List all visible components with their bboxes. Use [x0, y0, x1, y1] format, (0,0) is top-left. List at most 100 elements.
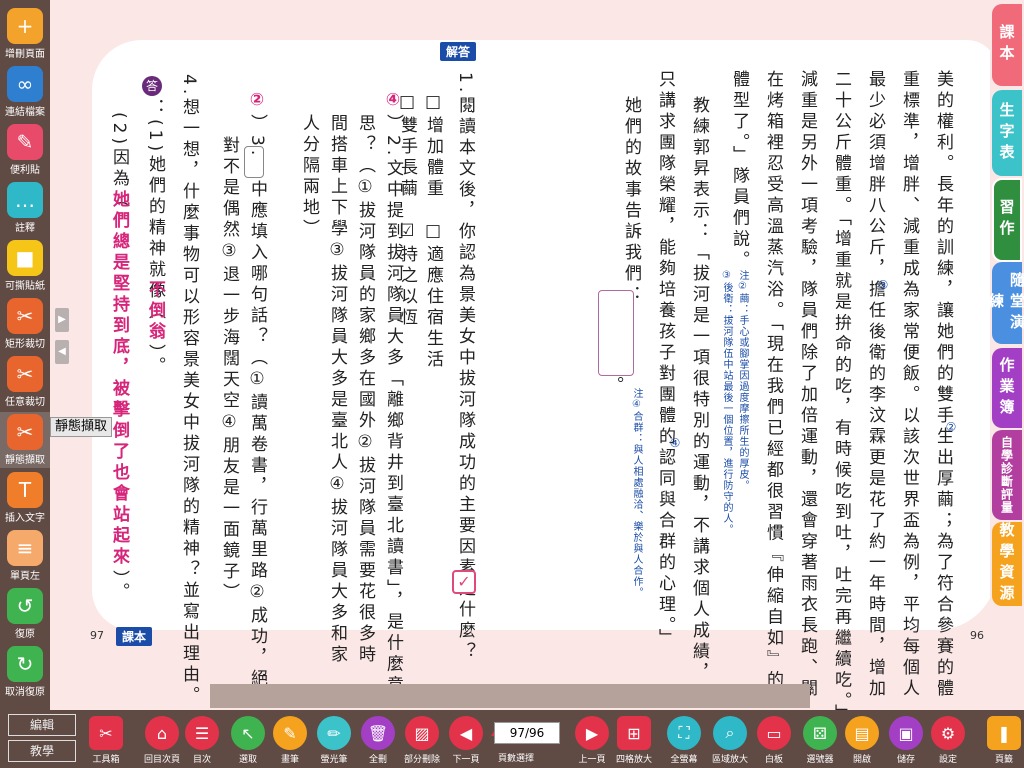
static-capture-icon: ✂ [7, 414, 43, 450]
bottom-tool-fullscreen[interactable]: ⛶ 全螢幕 [662, 716, 706, 765]
right-text-column: 教練郭昇表示：「拔河是一項很特別的運動，不講求個人成績， [689, 96, 709, 684]
left-tool-static-capture[interactable]: ✂ 靜態擷取 [0, 412, 50, 468]
bottom-tool-highlighter[interactable]: ✏ 螢光筆 [312, 716, 356, 765]
bottom-tool-number-picker[interactable]: ⚄ 選號器 [798, 716, 842, 765]
left-tool-add-page[interactable]: + 增刪頁面 [0, 6, 50, 62]
question-4: 4.想一想，什麼事物可以形容景美女中拔河隊的精神？並寫出理由。 [179, 74, 199, 708]
right-text-column: 二十公斤體重。「增重就是拚命的吃，有時候吃到吐，吐完再繼續吃。」 [831, 70, 851, 725]
page-select-label: 頁數選擇 [498, 754, 535, 764]
bottom-tool-pen[interactable]: ✎ 畫筆 [268, 716, 312, 765]
page-select-field[interactable]: 97/96 [494, 722, 560, 744]
question-2-cont: 思？（①拔河隊員的家鄉多在國外②拔河隊員需要花很多時 [355, 114, 375, 666]
note-4: 注④合群：與人相處融洽、樂於與人合作。 [631, 388, 642, 598]
bottom-strip [210, 684, 810, 708]
bottom-tool-toolbox[interactable]: ✂ 工具箱 [84, 716, 128, 765]
right-text-column: 減重是另外一項考驗，隊員們除了加倍運動，還會穿著雨衣長跑、關 [797, 70, 817, 700]
bottom-tool-save[interactable]: ▣ 儲存 [884, 716, 928, 765]
sticky-note-icon: ✎ [7, 124, 43, 160]
bottom-tool-whiteboard[interactable]: ▭ 白板 [752, 716, 796, 765]
right-text-column: 體型了。」隊員們說。 [729, 70, 749, 272]
bottom-tool-open-folder[interactable]: ▤ 開啟 [840, 716, 884, 765]
select-icon: ↖ [231, 716, 265, 750]
left-page-tag: 課本 [116, 627, 153, 646]
bottom-tool-label: 四格放大 [615, 755, 652, 765]
page-next-arrow[interactable]: ▶ [55, 308, 69, 332]
left-tool-sticky-note[interactable]: ✎ 便利貼 [0, 122, 50, 178]
bottom-tool-toc[interactable]: ☰ 目次 [180, 716, 224, 765]
note-marker: ② [944, 420, 958, 435]
home-icon: ⌂ [145, 716, 179, 750]
bottom-tool-bookmark[interactable]: ❚ 頁籤 [982, 716, 1024, 765]
teach-mode-button[interactable]: 教學 [8, 740, 76, 762]
question-2-cont3: 人分隔兩地） [299, 114, 319, 240]
bottom-tool-label: 工具箱 [92, 755, 120, 765]
tooltip: 靜態擷取 [50, 417, 113, 437]
tab-4[interactable]: 作業簿 [992, 348, 1022, 428]
check-answer-icon[interactable]: ✓ [452, 570, 476, 594]
right-page-number: 96 [970, 629, 984, 642]
fullscreen-icon: ⛶ [667, 716, 701, 750]
left-toolbar: + 增刪頁面 ∞ 連結檔案 ✎ 便利貼 … 註釋 ■ 可撕貼紙 ✂ 矩形裁切 ✂ 任意裁切 ✂ 靜態擷取 T 插入… [0, 0, 50, 710]
bottom-tool-label: 頁籤 [994, 755, 1013, 765]
eraser-icon: ▨ [405, 716, 439, 750]
bottom-tool-prev-arrow[interactable]: ◀ 下一頁 [444, 716, 488, 765]
bottom-tool-select[interactable]: ↖ 選取 [226, 716, 270, 765]
left-tool-free-crop[interactable]: ✂ 任意裁切 [0, 354, 50, 410]
ebook-app: 解答 美的權利。長年的訓練，讓她們的雙手生出厚繭；為了符合參賽的體 重標準，增胖、… [0, 0, 1024, 768]
answer-2-end: ）。 [109, 570, 129, 604]
question-2-cont2: 間搭車上下學③拔河隊員大多是臺北人④拔河隊員大多和家 [327, 114, 347, 666]
bottom-tool-trash[interactable]: 🗑 全刪 [356, 716, 400, 765]
right-text-column: 在烤箱裡忍受高溫蒸汽浴。「現在我們已經都很習慣『伸縮自如』的 [763, 70, 783, 692]
tab-3[interactable]: 隨堂演練 [987, 262, 1024, 344]
undo-icon: ↺ [7, 588, 43, 624]
left-tool-label: 矩形裁切 [5, 339, 45, 350]
free-crop-icon: ✂ [7, 356, 43, 392]
bottom-tool-label: 全螢幕 [670, 755, 698, 765]
left-tool-label: 插入文字 [5, 513, 45, 524]
tab-6[interactable]: 教學資源 [992, 522, 1022, 606]
sticker-icon: ■ [7, 240, 43, 276]
left-tool-single-page-left[interactable]: ≡ 單頁左 [0, 528, 50, 584]
bottom-tool-label: 螢光筆 [320, 755, 348, 765]
right-text-column: 美的權利。長年的訓練，讓她們的雙手生出厚繭；為了符合參賽的體 [933, 70, 953, 700]
bottom-tool-next-arrow[interactable]: ▶ 上一頁 [570, 716, 614, 765]
bottom-tool-eraser[interactable]: ▨ 部分刪除 [400, 716, 444, 765]
magnify-icon: ⌕ [713, 716, 747, 750]
bottom-tool-label: 區域放大 [711, 755, 748, 765]
question-3-body: 中應填入哪句話？（①讀萬卷書，行萬里路②成功，絕 [247, 180, 267, 690]
bottom-tool-label: 設定 [938, 755, 957, 765]
bottom-tool-home[interactable]: ⌂ 回目次頁 [140, 716, 184, 765]
note-2: 注②繭：手心或腳掌因過度摩擦所生的厚皮。 [737, 270, 748, 491]
bottom-tool-label: 上一頁 [578, 755, 606, 765]
tab-5[interactable]: 自學診斷評量 [992, 430, 1022, 520]
right-text-column: 她們的故事告訴我們： [621, 96, 641, 306]
tab-1[interactable]: 生字表 [992, 90, 1022, 176]
page-prev-arrow[interactable]: ◀ [55, 340, 69, 364]
note-marker: ④ [668, 436, 682, 451]
tab-2[interactable]: 習作 [992, 178, 1022, 262]
bottom-tool-grid-zoom[interactable]: ⊞ 四格放大 [612, 716, 656, 765]
bottom-tool-label: 選取 [238, 755, 257, 765]
bottom-tool-label: 下一頁 [452, 755, 480, 765]
left-tool-label: 單頁左 [10, 571, 40, 582]
save-icon: ▣ [889, 716, 923, 750]
left-tool-insert-text[interactable]: T 插入文字 [0, 470, 50, 526]
q3-answer: ② [247, 90, 267, 114]
left-tool-undo[interactable]: ↺ 復原 [0, 586, 50, 642]
right-text-column: 最少必須增胖八公斤，擔任後衛的李汶霖更是花了約一年時間，增加 [865, 70, 885, 700]
left-tool-label: 連結檔案 [5, 107, 45, 118]
left-tool-rect-crop[interactable]: ✂ 矩形裁切 [0, 296, 50, 352]
tab-0[interactable]: 課本 [992, 4, 1022, 86]
bottom-tool-gear[interactable]: ⚙ 設定 [926, 716, 970, 765]
edit-mode-button[interactable]: 編輯 [8, 714, 76, 736]
answer-tag: 解答 [440, 42, 477, 61]
bookmark-icon: ❚ [987, 716, 1021, 750]
blank-answer-box[interactable] [598, 290, 634, 376]
insert-text-icon: T [7, 472, 43, 508]
left-tool-sticker[interactable]: ■ 可撕貼紙 [0, 238, 50, 294]
right-text-column: 只講求團隊榮耀，能夠培養孩子對團體的認同與合群的心理。」 [655, 70, 675, 650]
left-tool-redo[interactable]: ↻ 取消復原 [0, 644, 50, 700]
left-tool-link[interactable]: ∞ 連結檔案 [0, 64, 50, 120]
left-tool-comment[interactable]: … 註釋 [0, 180, 50, 236]
bottom-tool-magnify[interactable]: ⌕ 區域放大 [708, 716, 752, 765]
